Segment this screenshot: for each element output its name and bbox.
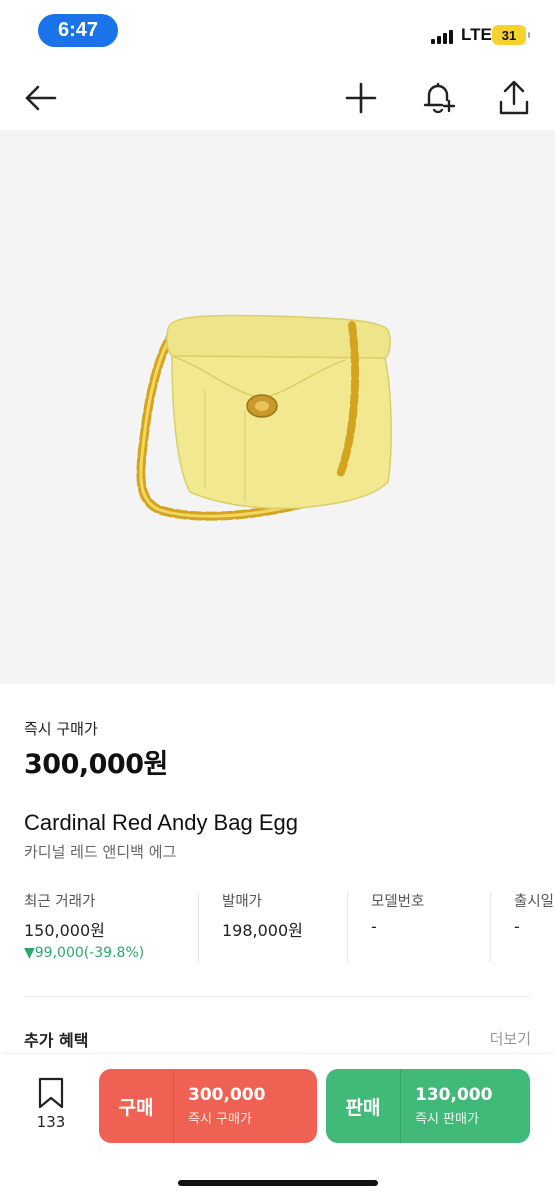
share-icon[interactable] (494, 78, 534, 118)
bookmark-button[interactable]: 133 (26, 1077, 76, 1137)
product-title-ko: 카디널 레드 앤디백 에그 (24, 843, 177, 861)
product-stats: 최근 거래가 150,000원 ▼99,000(-39.8%) 발매가 198,… (0, 890, 555, 966)
status-time: 6:47 (38, 14, 118, 47)
sell-info: 130,000 즉시 판매가 (401, 1085, 492, 1127)
signal-icon (431, 28, 457, 44)
top-nav-bar (0, 66, 555, 130)
sell-sub-label: 즉시 판매가 (415, 1112, 479, 1127)
buy-label: 구매 (118, 1096, 154, 1119)
divider (490, 892, 491, 962)
buy-amount: 300,000 (188, 1085, 266, 1105)
instant-buy-price: 300,000원 (24, 749, 168, 780)
stat-value: 198,000원 (222, 921, 303, 940)
bell-plus-icon[interactable] (418, 78, 458, 118)
bookmark-count: 133 (36, 1113, 66, 1131)
instant-buy-label: 즉시 구매가 (24, 720, 98, 738)
stat-value: - (371, 917, 377, 936)
bottom-action-bar: 133 구매 300,000 즉시 구매가 판매 130,000 즉시 판매가 (0, 1055, 555, 1200)
benefits-more-link[interactable]: 더보기 (490, 1028, 531, 1049)
stat-value: 150,000원 (24, 921, 105, 940)
stat-value: - (514, 917, 520, 936)
divider (347, 892, 348, 962)
stat-label: 출시일 (514, 894, 555, 910)
plus-icon[interactable] (341, 78, 381, 118)
divider (198, 892, 199, 962)
battery-icon: 31 (492, 25, 530, 45)
sell-label: 판매 (345, 1096, 381, 1119)
stat-model-number: 모델번호 - (371, 890, 424, 962)
stat-label: 발매가 (222, 894, 263, 910)
stat-release-price: 발매가 198,000원 (222, 890, 303, 962)
sell-button[interactable]: 판매 130,000 즉시 판매가 (326, 1069, 530, 1143)
battery-level: 31 (501, 27, 517, 43)
stat-label: 모델번호 (371, 894, 425, 910)
yellow-chain-bag-image (136, 314, 392, 521)
bookmark-icon (38, 1077, 64, 1109)
buy-info: 300,000 즉시 구매가 (174, 1085, 265, 1127)
price-change: ▼99,000(-39.8%) (24, 945, 145, 961)
benefits-title: 추가 혜택 (24, 1031, 89, 1050)
home-indicator[interactable] (178, 1180, 378, 1186)
status-bar: 6:47 LTE 31 (0, 0, 555, 66)
stat-release-date: 출시일 - (514, 890, 554, 962)
back-arrow-icon[interactable] (20, 78, 60, 118)
stat-recent-price: 최근 거래가 150,000원 ▼99,000(-39.8%) (24, 890, 144, 962)
section-divider (24, 996, 531, 997)
network-label: LTE (461, 25, 492, 44)
buy-sub-label: 즉시 구매가 (188, 1112, 252, 1127)
buy-button[interactable]: 구매 300,000 즉시 구매가 (99, 1069, 317, 1143)
product-title-en: Cardinal Red Andy Bag Egg (24, 810, 298, 835)
product-image[interactable] (0, 130, 555, 684)
stat-label: 최근 거래가 (24, 894, 96, 910)
sell-amount: 130,000 (415, 1085, 493, 1105)
